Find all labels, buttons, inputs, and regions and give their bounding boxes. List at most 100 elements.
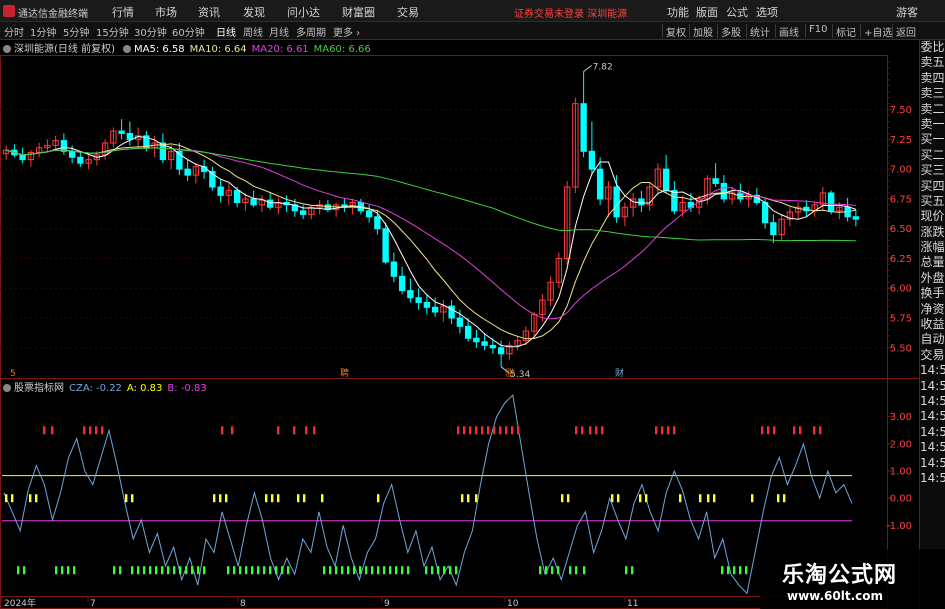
menu-discover[interactable]: 发现	[243, 4, 265, 20]
side-buy3[interactable]: 买三	[920, 163, 945, 178]
side-change-pct[interactable]: 涨幅	[920, 240, 945, 255]
indicator-gear-icon[interactable]	[122, 45, 131, 53]
side-eps[interactable]: 收益	[920, 317, 945, 332]
menu-formula[interactable]: 公式	[726, 4, 748, 20]
period-15min[interactable]: 15分钟	[96, 24, 129, 39]
settings-gear-icon[interactable]	[3, 45, 11, 53]
sell-signal-marker	[475, 426, 478, 435]
candle-down	[464, 325, 472, 339]
add-stock-button[interactable]: 加股	[689, 24, 713, 39]
sub-indicator-bar: 股票指标网 CZA: -0.22 A: 0.83 B: -0.83	[0, 379, 920, 394]
back-button[interactable]: 返回	[892, 24, 916, 39]
side-sell2[interactable]: 卖二	[920, 102, 945, 117]
menu-function[interactable]: 功能	[667, 4, 689, 20]
sell-signal-marker	[493, 426, 496, 435]
menu-news[interactable]: 资讯	[198, 4, 220, 20]
login-notice[interactable]: 证券交易未登录 深圳能源	[514, 5, 627, 20]
indicator-markers	[5, 426, 822, 575]
buy-signal-marker	[161, 566, 164, 575]
menu-market[interactable]: 市场	[155, 4, 177, 20]
period-daily[interactable]: 日线	[216, 24, 236, 39]
buy-signal-marker	[233, 566, 236, 575]
neutral-signal-marker	[461, 494, 464, 503]
price-tick-label: 6.00	[890, 284, 912, 295]
ma20-line	[5, 147, 856, 320]
menu-layout[interactable]: 版面	[696, 4, 718, 20]
buy-signal-marker	[407, 566, 410, 575]
period-multi[interactable]: 多周期	[296, 24, 326, 39]
title-bar: 通达信金融终端 行情 市场 资讯 发现 问小达 财富圈 交易 证券交易未登录 深…	[0, 0, 945, 22]
menu-wealth[interactable]: 财富圈	[342, 4, 375, 20]
candle-down	[712, 178, 719, 184]
multi-stock-button[interactable]: 多股	[717, 24, 741, 39]
sell-signal-marker	[511, 426, 514, 435]
buy-signal-marker	[569, 566, 572, 575]
sell-signal-marker	[793, 426, 796, 435]
side-price[interactable]: 现价	[920, 209, 945, 224]
sub-gear-icon[interactable]	[3, 384, 11, 392]
candle-down	[299, 210, 307, 215]
event-marker: 聘	[340, 367, 349, 379]
period-intraday[interactable]: 分时	[4, 24, 24, 39]
menu-ask[interactable]: 问小达	[287, 4, 320, 20]
buy-signal-marker	[191, 566, 194, 575]
neutral-signal-marker	[617, 494, 620, 503]
stats-button[interactable]: 统计	[746, 24, 770, 39]
period-30min[interactable]: 30分钟	[134, 24, 167, 39]
menu-options[interactable]: 选项	[756, 4, 778, 20]
candle-down	[415, 297, 422, 304]
candle-down	[497, 347, 505, 355]
menu-trade[interactable]: 交易	[397, 4, 419, 20]
f10-button[interactable]: F10	[805, 24, 827, 38]
sell-signal-marker	[487, 426, 490, 435]
side-volume[interactable]: 总量	[920, 255, 945, 270]
add-favorite-button[interactable]: +自选	[860, 24, 892, 39]
side-auto[interactable]: 自动	[920, 332, 945, 347]
buy-signal-marker	[377, 566, 380, 575]
side-weibi[interactable]: 委比	[920, 40, 945, 55]
side-outer[interactable]: 外盘	[920, 271, 945, 286]
neutral-signal-marker	[567, 494, 570, 503]
event-marker: 涨	[505, 368, 514, 379]
sell-signal-marker	[661, 426, 664, 435]
side-sell1[interactable]: 卖一	[920, 117, 945, 132]
period-1min[interactable]: 1分钟	[30, 24, 56, 39]
price-tick-label: 5.75	[890, 313, 912, 324]
annotation-label: 7.82	[593, 63, 613, 73]
buy-signal-marker	[545, 566, 548, 575]
side-buy2[interactable]: 买二	[920, 148, 945, 163]
period-monthly[interactable]: 月线	[269, 24, 289, 39]
side-turnover[interactable]: 换手	[920, 286, 945, 301]
mark-button[interactable]: 标记	[832, 24, 856, 39]
buy-signal-marker	[185, 566, 188, 575]
period-60min[interactable]: 60分钟	[172, 24, 205, 39]
candle-down	[613, 186, 620, 218]
stock-name-label[interactable]: 深圳能源(日线 前复权)	[14, 40, 115, 55]
neutral-signal-marker	[377, 494, 380, 503]
menu-quotes[interactable]: 行情	[112, 4, 134, 20]
side-nav[interactable]: 净资	[920, 302, 945, 317]
side-buy1[interactable]: 买一	[920, 132, 945, 147]
draw-line-button[interactable]: 画线	[775, 24, 799, 39]
side-trade[interactable]: 交易	[920, 348, 945, 363]
side-sell4[interactable]: 卖四	[920, 71, 945, 86]
neutral-signal-marker	[271, 494, 274, 503]
side-sell3[interactable]: 卖三	[920, 86, 945, 101]
sub-indicator-name[interactable]: 股票指标网	[14, 379, 64, 394]
side-sell5[interactable]: 卖五	[920, 55, 945, 70]
guest-label[interactable]: 游客	[896, 4, 918, 20]
side-time: 14:50	[920, 393, 945, 408]
stock-chart[interactable]: 7.50 7.25 7.00 6.75 6.50 6.25 6.00 5.75 5.50 7.8…	[0, 40, 919, 609]
sell-signal-marker	[655, 426, 658, 435]
sell-signal-marker	[95, 426, 98, 435]
period-weekly[interactable]: 周线	[243, 24, 263, 39]
adjust-button[interactable]: 复权	[662, 24, 686, 39]
period-more[interactable]: 更多 ›	[333, 24, 360, 39]
candle-down	[827, 192, 835, 212]
date-label: 2024年	[4, 597, 36, 609]
side-buy4[interactable]: 买四	[920, 179, 945, 194]
side-buy5[interactable]: 买五	[920, 194, 945, 209]
buy-signal-marker	[539, 566, 542, 575]
period-5min[interactable]: 5分钟	[63, 24, 89, 39]
side-change[interactable]: 涨跌	[920, 225, 945, 240]
